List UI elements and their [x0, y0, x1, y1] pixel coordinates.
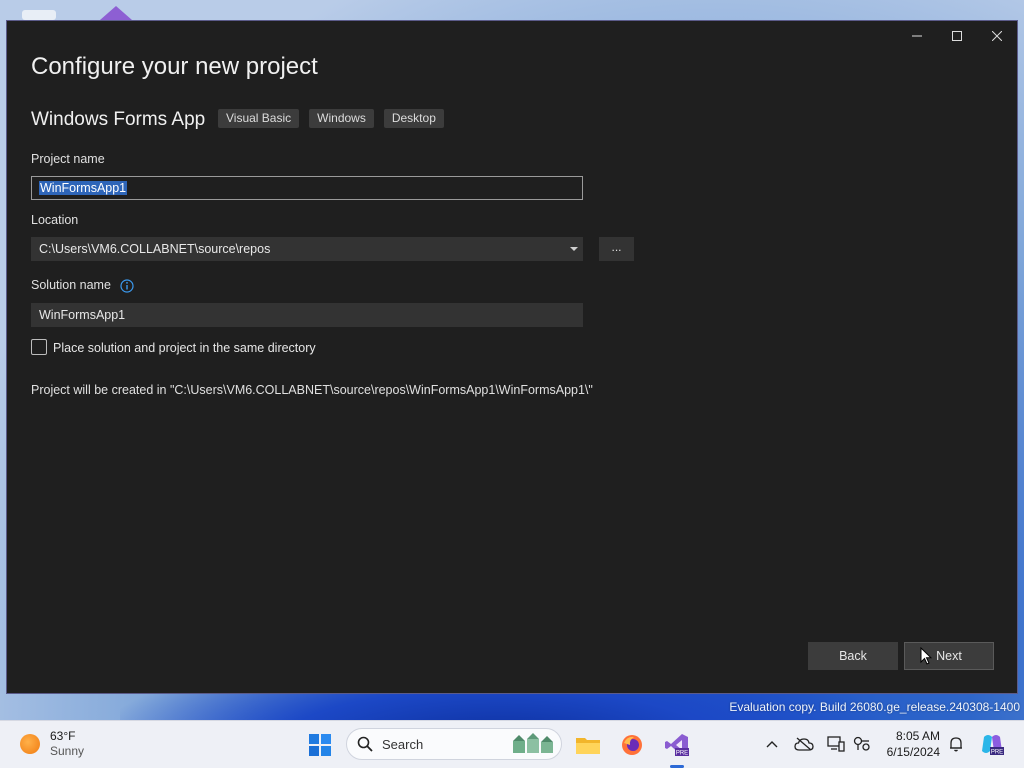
firefox-icon	[622, 735, 642, 755]
maximize-button[interactable]	[937, 21, 977, 51]
clock-time: 8:05 AM	[895, 729, 940, 743]
network-icon	[827, 736, 845, 752]
close-button[interactable]	[977, 21, 1017, 51]
svg-text:PRE: PRE	[676, 751, 688, 757]
visual-studio-preview-button[interactable]: PRE	[661, 729, 693, 761]
copilot-button[interactable]: PRE	[980, 729, 1004, 759]
maximize-icon	[952, 31, 962, 41]
template-name: Windows Forms App	[31, 109, 206, 130]
mouse-cursor-icon	[920, 647, 932, 665]
clock-date: 6/15/2024	[886, 745, 940, 759]
location-value: C:\Users\VM6.COLLABNET\source\repos	[39, 242, 271, 256]
tag-platform: Windows	[309, 109, 374, 128]
solution-name-label: Solution name	[31, 278, 111, 292]
copilot-icon: PRE	[982, 735, 1004, 756]
search-placeholder: Search	[382, 737, 424, 752]
sun-icon	[20, 734, 40, 754]
location-combobox[interactable]: C:\Users\VM6.COLLABNET\source\repos	[31, 237, 583, 261]
weather-text: 63°F Sunny	[50, 729, 84, 759]
minimize-icon	[912, 35, 922, 37]
watermark-build-line: Evaluation copy. Build 26080.ge_release.…	[729, 700, 1020, 714]
accessibility-icon	[853, 736, 870, 751]
chevron-up-icon	[766, 741, 778, 748]
notifications-button[interactable]	[944, 729, 968, 759]
configure-project-window: Configure your new project Windows Forms…	[6, 20, 1018, 694]
template-tags: Visual Basic Windows Desktop	[218, 109, 444, 128]
weather-widget[interactable]: 63°F Sunny	[20, 729, 84, 759]
browse-button[interactable]: ...	[599, 237, 634, 261]
notification-bell-icon	[950, 737, 962, 752]
start-icon	[309, 734, 331, 756]
info-icon[interactable]	[120, 279, 135, 293]
taskbar-clock[interactable]: 8:05 AM 6/15/2024	[880, 728, 940, 760]
project-path-note: Project will be created in "C:\Users\VM6…	[31, 383, 593, 397]
start-button[interactable]	[304, 729, 336, 761]
next-button[interactable]: Next	[904, 642, 994, 670]
taskbar-search[interactable]: Search	[346, 728, 562, 760]
network-tray-button[interactable]	[824, 729, 848, 759]
project-name-input[interactable]: WinFormsApp1	[31, 176, 583, 200]
search-highlight-icon	[513, 733, 553, 753]
solution-name-value: WinFormsApp1	[39, 308, 126, 322]
minimize-button[interactable]	[897, 21, 937, 51]
page-title: Configure your new project	[31, 53, 318, 80]
close-icon	[992, 31, 1002, 41]
cloud-offline-icon	[794, 737, 814, 751]
accessibility-tray-button[interactable]	[850, 729, 874, 759]
tag-project-type: Desktop	[383, 109, 444, 128]
location-label: Location	[31, 213, 79, 227]
desktop-icon-partial-2[interactable]	[100, 6, 132, 20]
evaluation-watermark: Evaluation copy. Build 26080.ge_release.…	[729, 700, 1020, 715]
weather-condition: Sunny	[50, 744, 85, 758]
weather-temp: 63°F	[50, 729, 76, 743]
dropdown-arrow-icon[interactable]	[570, 247, 578, 251]
solution-name-input[interactable]: WinFormsApp1	[31, 303, 583, 327]
firefox-button[interactable]	[616, 729, 648, 761]
onedrive-tray-button[interactable]	[792, 729, 816, 759]
window-controls	[897, 21, 1017, 51]
project-name-label: Project name	[31, 152, 105, 166]
tag-language: Visual Basic	[218, 109, 300, 128]
project-name-value: WinFormsApp1	[39, 181, 128, 195]
same-directory-label[interactable]: Place solution and project in the same d…	[53, 341, 316, 355]
same-directory-checkbox[interactable]	[31, 339, 47, 355]
file-explorer-icon	[576, 738, 600, 754]
visual-studio-preview-icon: PRE	[665, 734, 689, 757]
desktop-icon-partial[interactable]	[22, 10, 56, 20]
file-explorer-button[interactable]	[572, 729, 604, 761]
back-button[interactable]: Back	[808, 642, 898, 670]
solution-name-label-row: Solution name	[31, 278, 135, 293]
search-icon	[357, 736, 373, 752]
taskbar: 63°F Sunny Search PRE 8:05 AM 6/15/2024 …	[0, 720, 1024, 768]
svg-text:PRE: PRE	[991, 750, 1003, 756]
show-hidden-icons-button[interactable]	[760, 729, 784, 759]
